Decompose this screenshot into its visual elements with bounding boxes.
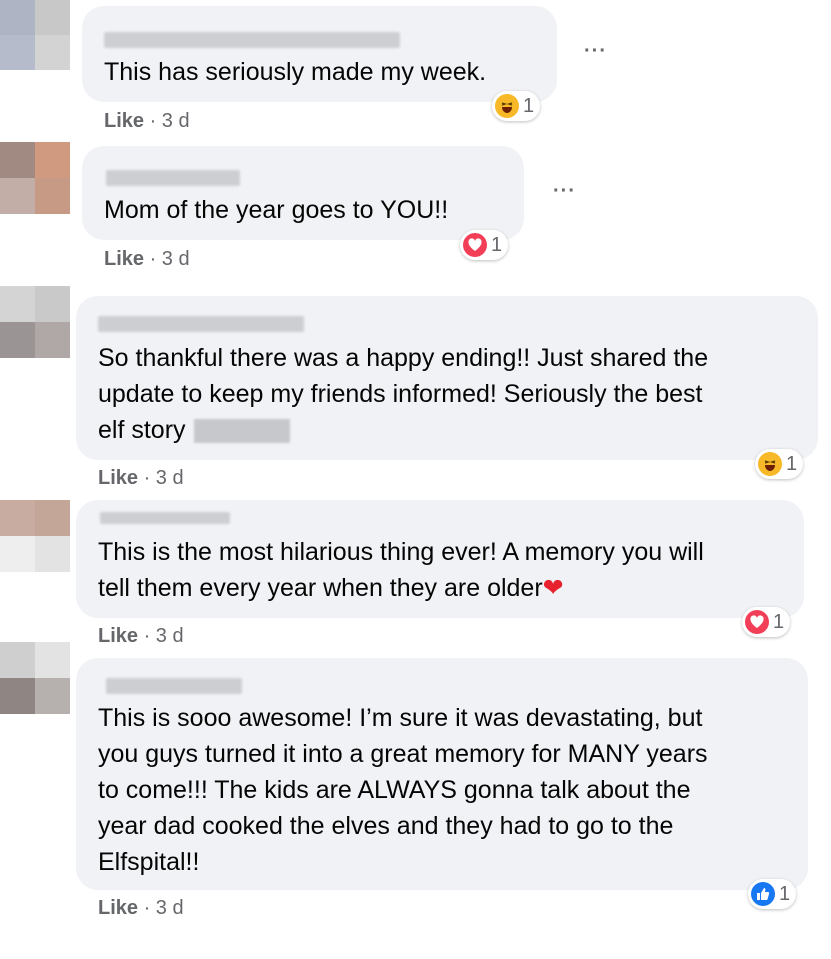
comment-meta: Like · 3 d — [98, 625, 184, 648]
like-link[interactable]: Like — [98, 625, 138, 647]
avatar[interactable] — [0, 142, 70, 214]
like-link[interactable]: Like — [104, 110, 144, 132]
reaction-count: 1 — [523, 94, 535, 117]
reaction-summary[interactable]: 1 — [742, 607, 791, 637]
comment-text: This has seriously made my week. — [104, 58, 487, 86]
haha-icon — [495, 94, 519, 118]
comment-text: This is the most hilarious thing ever! A… — [98, 538, 704, 602]
reaction-count: 1 — [491, 233, 503, 256]
timestamp[interactable]: · 3 d — [138, 897, 184, 919]
commenter-name[interactable] — [98, 316, 304, 332]
comment-bubble: Mom of the year goes to YOU!! — [82, 146, 524, 240]
reaction-count: 1 — [773, 610, 785, 633]
comment-text: This is sooo awesome! I’m sure it was de… — [98, 704, 708, 876]
comment-text: Mom of the year goes to YOU!! — [104, 196, 449, 224]
timestamp[interactable]: · 3 d — [144, 248, 190, 270]
more-options-icon[interactable]: ··· — [584, 40, 607, 63]
comment-meta: Like · 3 d — [104, 248, 190, 271]
comment-text: So thankful there was a happy ending!! J… — [98, 344, 709, 444]
commenter-name[interactable] — [104, 32, 400, 48]
commenter-name[interactable] — [106, 170, 240, 186]
commenter-name[interactable] — [100, 512, 230, 524]
like-icon — [751, 882, 775, 906]
timestamp[interactable]: · 3 d — [144, 110, 190, 132]
comment-meta: Like · 3 d — [104, 110, 190, 133]
avatar[interactable] — [0, 0, 70, 70]
commenter-name[interactable] — [106, 678, 242, 694]
avatar[interactable] — [0, 286, 70, 358]
like-link[interactable]: Like — [104, 248, 144, 270]
comment-bubble: This is sooo awesome! I’m sure it was de… — [76, 658, 808, 890]
love-icon — [463, 233, 487, 257]
avatar[interactable] — [0, 642, 70, 714]
reaction-count: 1 — [779, 882, 791, 905]
comment-bubble: This is the most hilarious thing ever! A… — [76, 500, 804, 618]
reaction-summary[interactable]: 1 — [492, 91, 541, 121]
reaction-count: 1 — [786, 452, 798, 475]
reaction-summary[interactable]: 1 — [748, 879, 797, 909]
timestamp[interactable]: · 3 d — [138, 467, 184, 489]
more-options-icon[interactable]: ··· — [553, 180, 576, 203]
reaction-summary[interactable]: 1 — [460, 230, 509, 260]
like-link[interactable]: Like — [98, 897, 138, 919]
reaction-summary[interactable]: 1 — [755, 449, 804, 479]
haha-icon — [758, 452, 782, 476]
like-link[interactable]: Like — [98, 467, 138, 489]
tagged-name[interactable] — [193, 419, 290, 444]
timestamp[interactable]: · 3 d — [138, 625, 184, 647]
heart-emoji: ❤ — [542, 574, 564, 602]
comment-bubble: So thankful there was a happy ending!! J… — [76, 296, 818, 460]
comment-meta: Like · 3 d — [98, 467, 184, 490]
avatar[interactable] — [0, 500, 70, 572]
comment-meta: Like · 3 d — [98, 897, 184, 920]
comment-bubble: This has seriously made my week. — [82, 6, 557, 102]
love-icon — [745, 610, 769, 634]
